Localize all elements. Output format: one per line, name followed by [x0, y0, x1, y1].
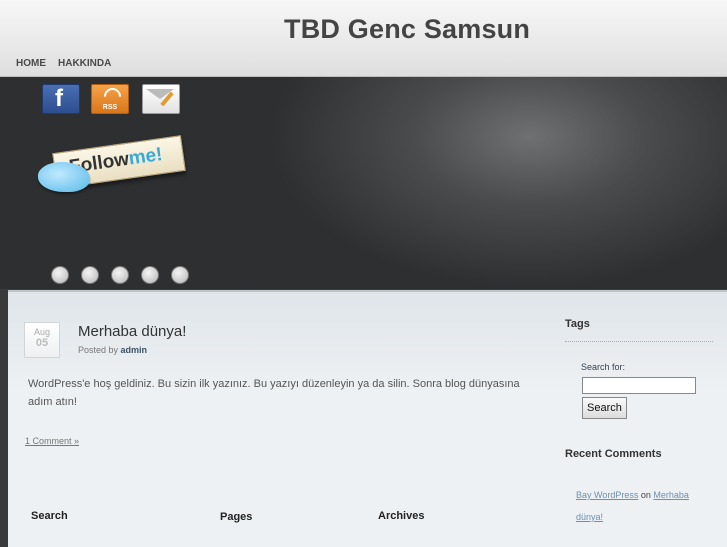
nav-hakkinda[interactable]: HAKKINDA	[58, 58, 111, 69]
slider-dots	[51, 266, 189, 284]
recent-comments-heading: Recent Comments	[565, 448, 662, 460]
bird-icon	[38, 162, 90, 192]
slider-dot-4[interactable]	[141, 266, 159, 284]
footer-search-heading: Search	[31, 510, 68, 522]
search-label: Search for:	[581, 362, 626, 372]
post-author[interactable]: admin	[121, 345, 148, 355]
site-header: TBD Genc Samsun HOME HAKKINDA	[0, 0, 727, 77]
recent-comment-item: Bay WordPress on Merhaba dünya!	[576, 484, 716, 528]
follow-text-me: me!	[127, 143, 164, 170]
rss-icon[interactable]: RSS	[91, 84, 129, 114]
site-title[interactable]: TBD Genc Samsun	[284, 14, 530, 45]
slider-dot-5[interactable]	[171, 266, 189, 284]
footer-pages-heading: Pages	[220, 511, 253, 523]
comment-on-label: on	[640, 490, 651, 500]
comments-link[interactable]: 1 Comment »	[25, 436, 79, 446]
slider-dot-3[interactable]	[111, 266, 129, 284]
tags-heading: Tags	[565, 318, 590, 330]
rss-label: RSS	[102, 104, 118, 111]
post-day: 05	[35, 337, 49, 349]
search-button[interactable]: Search	[582, 397, 627, 419]
post-body: WordPress'e hoş geldiniz. Bu sizin ilk y…	[28, 378, 520, 408]
divider	[565, 341, 713, 342]
post-month: Aug	[33, 327, 50, 337]
footer-archives-heading: Archives	[378, 510, 425, 522]
email-icon[interactable]	[142, 84, 180, 114]
comment-author-link[interactable]: Bay WordPress	[576, 490, 638, 500]
posted-by-label: Posted by	[78, 345, 119, 355]
nav-home[interactable]: HOME	[16, 58, 46, 69]
post-meta: Posted by admin	[78, 345, 147, 355]
post-date: Aug 05	[24, 322, 60, 358]
facebook-icon[interactable]: f	[42, 84, 80, 114]
main-nav: HOME HAKKINDA	[16, 58, 111, 69]
slider-dot-1[interactable]	[51, 266, 69, 284]
slider-dot-2[interactable]	[81, 266, 99, 284]
post-title[interactable]: Merhaba dünya!	[78, 323, 186, 340]
search-input[interactable]	[582, 377, 696, 394]
